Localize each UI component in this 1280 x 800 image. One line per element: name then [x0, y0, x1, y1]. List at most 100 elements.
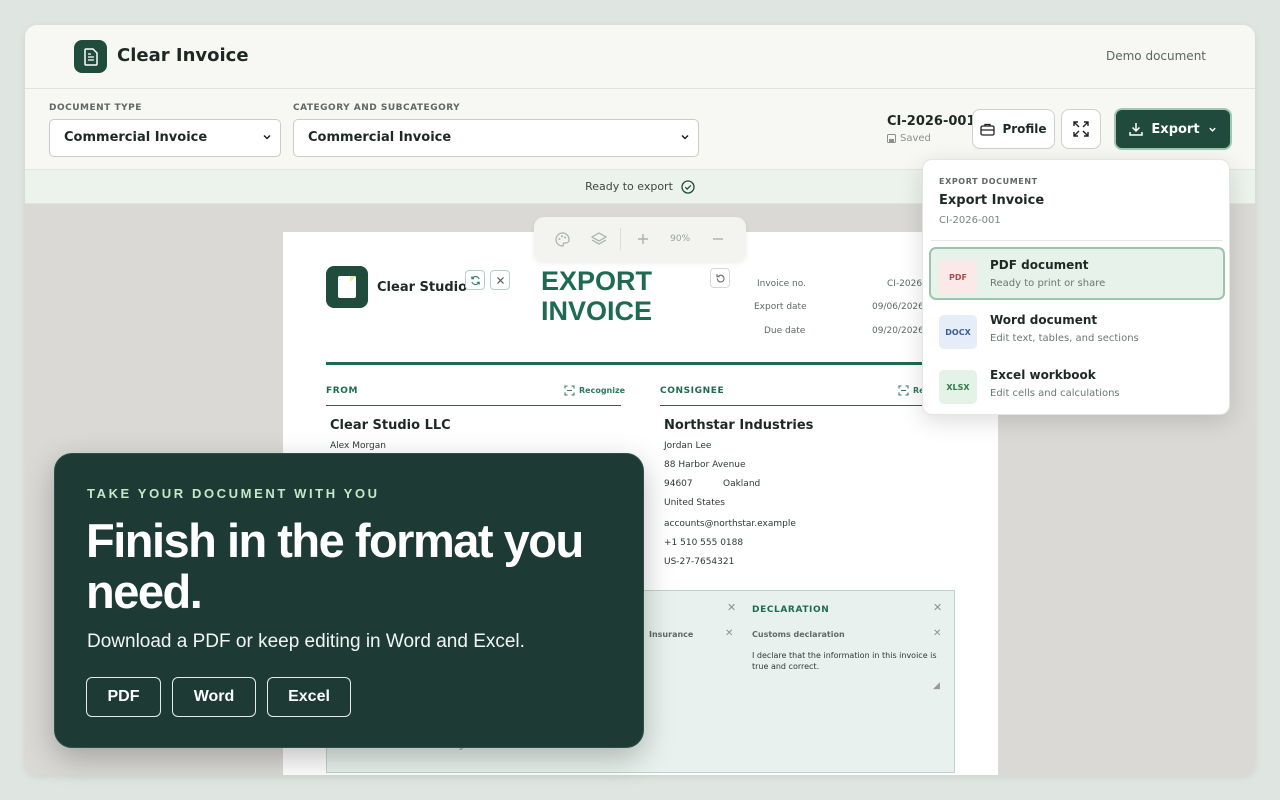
export-button[interactable]: Export [1114, 108, 1232, 150]
invoice-no-label: Invoice no. [757, 279, 806, 289]
recognize-label: Recognize [579, 386, 626, 395]
profile-button[interactable]: Profile [972, 109, 1055, 149]
export-label: Export [1151, 121, 1200, 137]
consignee-city[interactable]: Oakland [723, 479, 760, 489]
undo-icon [715, 273, 725, 282]
zoom-in-icon[interactable] [624, 233, 661, 245]
recognize-from-button[interactable]: Recognize [564, 385, 625, 396]
refresh-icon [470, 275, 480, 285]
palette-icon[interactable] [544, 231, 581, 247]
pdf-badge: PDF [939, 260, 977, 294]
chevron-down-icon [1208, 127, 1216, 132]
chevron-down-icon [681, 134, 689, 140]
export-option-pdf[interactable]: PDF PDF document Ready to print or share [929, 247, 1225, 300]
expand-icon [1073, 121, 1089, 137]
company-name: Clear Studio [377, 280, 468, 295]
company-logo[interactable] [326, 266, 368, 308]
app-title: Clear Invoice [117, 45, 249, 66]
docx-badge: DOCX [939, 315, 977, 349]
saved-label: Saved [900, 133, 931, 144]
option-description: Ready to print or share [990, 278, 1106, 289]
export-date-label: Export date [754, 302, 807, 312]
consignee-contact[interactable]: Jordan Lee [664, 441, 711, 451]
chevron-down-icon [263, 134, 271, 140]
export-date-value[interactable]: 09/06/2026 [872, 302, 924, 312]
xlsx-badge: XLSX [939, 370, 977, 404]
category-select[interactable]: Commercial Invoice [293, 119, 699, 157]
consignee-tax-id[interactable]: US-27-7654321 [664, 557, 734, 567]
app-header: Clear Invoice Demo document [25, 25, 1255, 89]
export-menu-kicker: EXPORT DOCUMENT [939, 177, 1038, 186]
from-divider [326, 405, 621, 406]
menu-divider [931, 240, 1223, 241]
zoom-toolbar: 90% [534, 217, 746, 261]
save-icon [887, 134, 896, 143]
from-contact[interactable]: Alex Morgan [330, 441, 386, 451]
consignee-heading: CONSIGNEE [660, 386, 725, 396]
promo-word-button[interactable]: Word [172, 677, 256, 717]
option-description: Edit text, tables, and sections [990, 333, 1139, 344]
resize-handle-icon[interactable]: ◢ [933, 681, 940, 691]
consignee-divider [660, 405, 955, 406]
layers-icon[interactable] [581, 231, 618, 247]
option-label: Excel workbook [990, 368, 1096, 382]
option-description: Edit cells and calculations [990, 388, 1120, 399]
consignee-country[interactable]: United States [664, 498, 725, 508]
save-status: Saved [887, 133, 931, 144]
header-divider [326, 362, 966, 365]
briefcase-icon [980, 123, 996, 136]
profile-label: Profile [1002, 122, 1047, 136]
customs-label: Customs declaration [752, 630, 845, 639]
scan-icon [564, 385, 575, 396]
app-logo-icon [74, 40, 107, 73]
due-date-value[interactable]: 09/20/2026 [872, 326, 924, 336]
remove-logo-button[interactable] [490, 270, 510, 290]
document-number: CI-2026-001 [887, 114, 976, 129]
check-circle-icon [681, 179, 695, 194]
due-date-label: Due date [764, 326, 806, 336]
export-menu-title: Export Invoice [939, 193, 1045, 208]
option-label: Word document [990, 313, 1098, 327]
consignee-email[interactable]: accounts@northstar.example [664, 519, 796, 529]
zoom-out-icon[interactable] [699, 233, 736, 245]
promo-excel-button[interactable]: Excel [267, 677, 351, 717]
consignee-company[interactable]: Northstar Industries [664, 418, 813, 433]
demo-label: Demo document [1105, 49, 1206, 63]
insurance-label: Insurance [649, 630, 694, 639]
doc-type-value: Commercial Invoice [64, 130, 208, 145]
declaration-heading: DECLARATION [752, 605, 830, 615]
close-icon [496, 276, 504, 284]
close-icon[interactable]: ✕ [727, 601, 736, 614]
export-option-word[interactable]: DOCX Word document Edit text, tables, an… [929, 302, 1225, 355]
from-heading: FROM [326, 386, 359, 396]
invoice-title[interactable]: EXPORT INVOICE [541, 266, 701, 326]
export-menu-doc-number: CI-2026-001 [939, 215, 1001, 226]
category-label: CATEGORY AND SUBCATEGORY [293, 103, 461, 113]
scan-icon [898, 385, 909, 396]
recognize-consignee-button[interactable]: Re [898, 385, 925, 396]
download-icon [1129, 123, 1144, 136]
reset-title-button[interactable] [710, 268, 730, 288]
customs-text[interactable]: I declare that the information in this i… [752, 650, 937, 672]
toolbar-divider [620, 228, 622, 250]
promo-pdf-button[interactable]: PDF [86, 677, 161, 717]
export-option-excel[interactable]: XLSX Excel workbook Edit cells and calcu… [929, 357, 1225, 410]
promo-headline: Finish in the format you need. [86, 514, 584, 618]
promo-kicker: TAKE YOUR DOCUMENT WITH YOU [87, 486, 380, 501]
fullscreen-button[interactable] [1061, 109, 1101, 149]
promo-subtext: Download a PDF or keep editing in Word a… [87, 631, 525, 652]
export-promo-card: TAKE YOUR DOCUMENT WITH YOU Finish in th… [54, 453, 644, 748]
replace-logo-button[interactable] [465, 270, 485, 290]
document-toolbar: DOCUMENT TYPE Commercial Invoice CATEGOR… [25, 89, 1255, 170]
consignee-zip[interactable]: 94607 [664, 479, 693, 489]
export-menu: EXPORT DOCUMENT Export Invoice CI-2026-0… [922, 159, 1230, 415]
from-company[interactable]: Clear Studio LLC [330, 418, 451, 433]
close-icon[interactable]: ✕ [933, 601, 942, 614]
close-icon[interactable]: ✕ [933, 628, 941, 639]
status-text: Ready to export [585, 180, 673, 193]
consignee-phone[interactable]: +1 510 555 0188 [664, 538, 743, 548]
consignee-street[interactable]: 88 Harbor Avenue [664, 460, 746, 470]
zoom-level: 90% [670, 234, 691, 244]
doc-type-select[interactable]: Commercial Invoice [49, 119, 281, 157]
close-icon[interactable]: ✕ [725, 628, 733, 639]
